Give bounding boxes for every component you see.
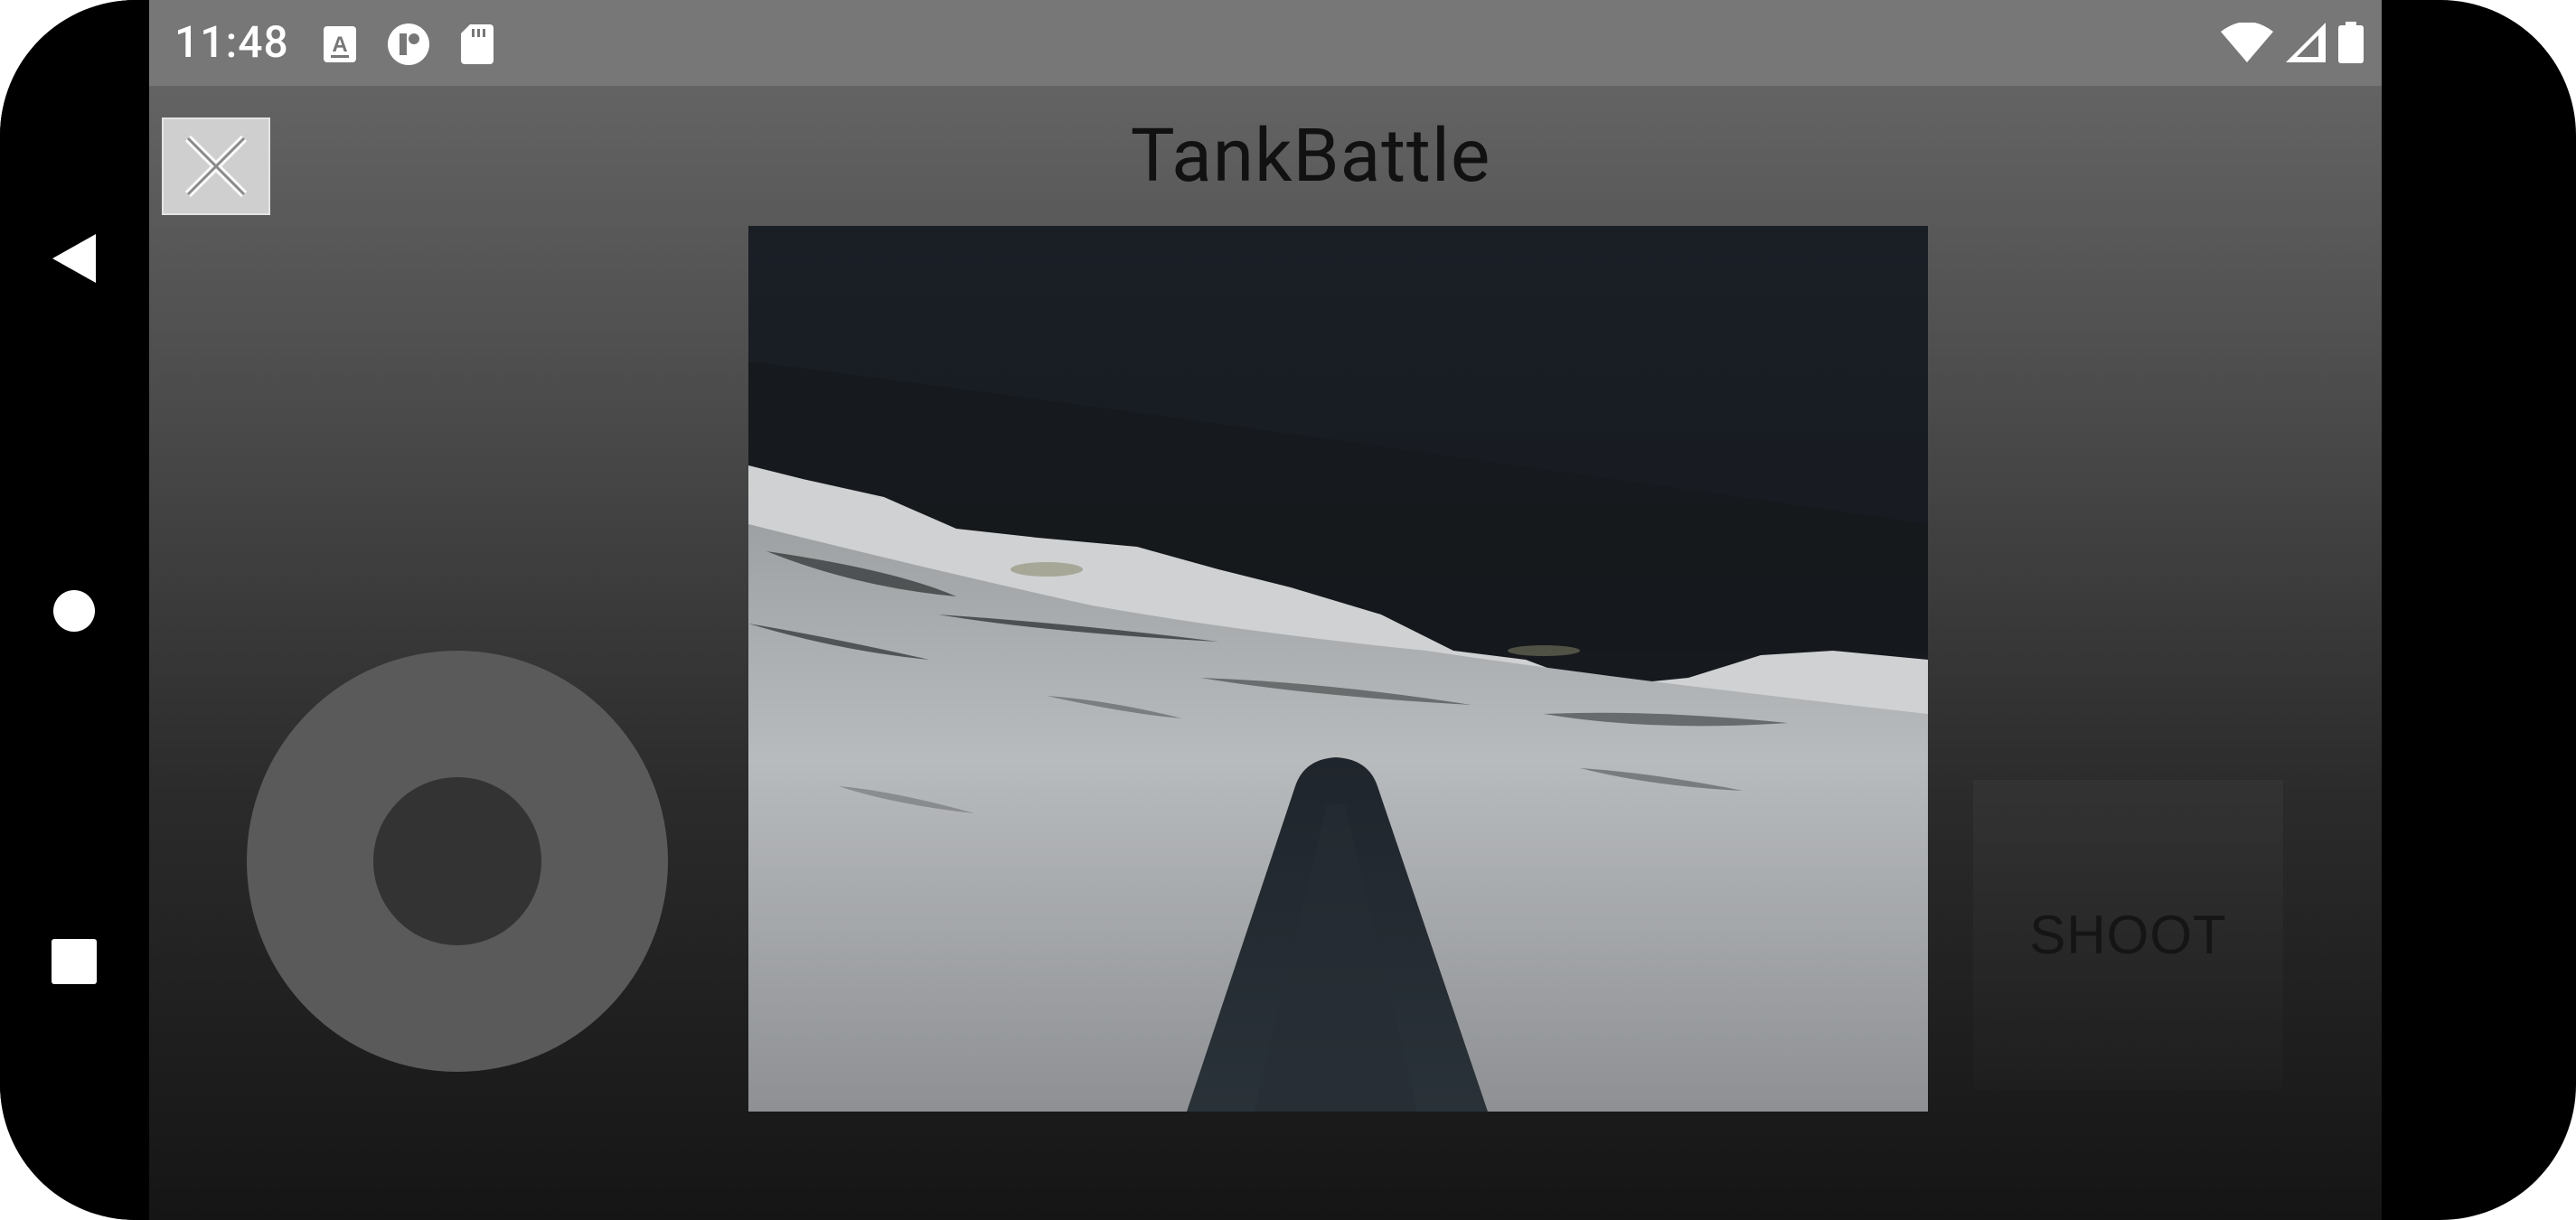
shoot-button[interactable]: SHOOT (1973, 780, 2283, 1090)
home-button[interactable] (38, 575, 110, 647)
joystick[interactable] (247, 651, 668, 1072)
app-screen: 11:48 A TankBattle SHOOT (149, 0, 2382, 1220)
shoot-button-label: SHOOT (2029, 905, 2227, 965)
home-circle-icon (53, 590, 95, 632)
game-viewport[interactable] (748, 226, 1928, 1112)
sd-card-icon (461, 24, 494, 64)
joystick-knob[interactable] (373, 777, 541, 945)
game-scene (748, 226, 1928, 1112)
back-button[interactable] (38, 222, 110, 295)
svg-text:A: A (332, 33, 347, 57)
navigation-bar (0, 0, 149, 1220)
notification-icon (387, 23, 430, 66)
status-left-icons: A (324, 23, 494, 66)
recents-button[interactable] (38, 925, 110, 998)
status-right-icons (2221, 22, 2364, 63)
device-frame: 11:48 A TankBattle SHOOT (0, 0, 2576, 1220)
recents-square-icon (52, 939, 97, 984)
status-time: 11:48 (174, 16, 289, 68)
app-title: TankBattle (1130, 113, 1491, 200)
status-bar: 11:48 A (149, 0, 2382, 86)
wifi-icon (2221, 23, 2273, 62)
cell-signal-icon (2286, 23, 2326, 62)
keyboard-a-icon: A (324, 26, 356, 62)
battery-icon (2338, 22, 2364, 63)
back-triangle-icon (52, 234, 96, 283)
